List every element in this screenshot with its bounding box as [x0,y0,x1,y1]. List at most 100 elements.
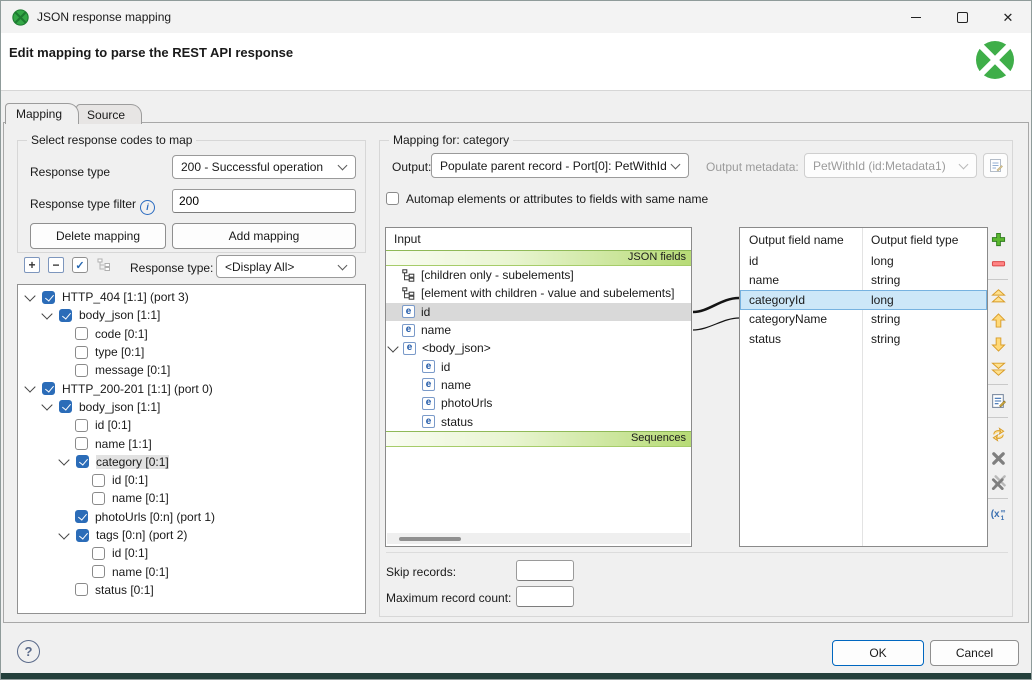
tree-item-code-0-1[interactable]: code [0:1] [18,325,365,343]
output-field-row-id[interactable]: idlong [740,251,987,271]
checked-checkbox[interactable] [76,455,89,468]
automap-checkbox[interactable] [386,192,399,205]
collapse-all-icon[interactable]: − [48,257,64,273]
maximize-button[interactable] [939,1,985,33]
input-item-name[interactable]: ename [386,376,691,394]
unchecked-checkbox[interactable] [92,565,105,578]
response-type-filter-input[interactable] [172,189,356,213]
input-item-photourls[interactable]: ephotoUrls [386,394,691,412]
tree-item-photourls-0-n-port-1[interactable]: photoUrls [0:n] (port 1) [18,508,365,526]
add-field-icon[interactable] [989,230,1007,248]
input-item-label: name [421,323,451,337]
output-field-row-categoryid[interactable]: categoryIdlong [740,290,987,310]
edit-metadata-button [983,153,1008,178]
chevron-down-icon[interactable] [24,290,35,301]
tree-item-type-0-1[interactable]: type [0:1] [18,343,365,361]
move-bottom-icon[interactable] [989,359,1007,377]
clear-all-mappings-icon[interactable] [989,473,1007,491]
tree-item-http-404-1-1-port-3[interactable]: HTTP_404 [1:1] (port 3) [18,288,365,306]
unchecked-checkbox[interactable] [92,474,105,487]
element-icon: e [422,378,435,391]
move-top-icon[interactable] [989,287,1007,305]
cancel-button[interactable]: Cancel [930,640,1019,666]
chevron-down-icon[interactable] [41,308,52,319]
max-record-count-input[interactable] [516,586,574,607]
input-item-name[interactable]: ename [386,321,691,339]
unchecked-checkbox[interactable] [75,419,88,432]
input-item-body-json[interactable]: e<body_json> [386,339,691,357]
checked-checkbox[interactable] [76,529,89,542]
output-field-row-status[interactable]: statusstring [740,329,987,349]
output-field-name: categoryName [740,312,862,326]
info-icon[interactable]: i [140,200,155,215]
response-type-select[interactable]: 200 - Successful operation [172,155,356,179]
tree-item-id-0-1[interactable]: id [0:1] [18,544,365,562]
unchecked-checkbox[interactable] [92,492,105,505]
tree-item-body-json-1-1[interactable]: body_json [1:1] [18,306,365,324]
move-down-icon[interactable] [989,335,1007,353]
dialog-json-response-mapping: JSON response mapping ✕ Edit mapping to … [0,0,1032,680]
input-item-status[interactable]: estatus [386,412,691,430]
tree-structure-icon[interactable] [96,257,112,273]
tree-item-label: name [1:1] [95,437,152,451]
check-elements-icon[interactable]: ✓ [72,257,88,273]
input-item-children-only-subelements[interactable]: [children only - subelements] [386,266,691,284]
mapping-group-legend: Mapping for: category [389,133,513,147]
skip-records-input[interactable] [516,560,574,581]
unchecked-checkbox[interactable] [92,547,105,560]
ok-button[interactable]: OK [832,640,924,666]
tree-item-name-0-1[interactable]: name [0:1] [18,489,365,507]
remove-field-icon[interactable] [989,254,1007,272]
clear-mapping-icon[interactable] [989,449,1007,467]
chevron-down-icon[interactable] [387,341,398,352]
scrollbar-thumb[interactable] [399,537,461,541]
unchecked-checkbox[interactable] [75,583,88,596]
tab-source[interactable]: Source [76,104,142,124]
checked-checkbox[interactable] [42,382,55,395]
output-field-type: long [862,254,894,268]
output-field-row-name[interactable]: namestring [740,271,987,291]
move-up-icon[interactable] [989,311,1007,329]
tree-item-id-0-1[interactable]: id [0:1] [18,416,365,434]
add-mapping-button[interactable]: Add mapping [172,223,356,249]
input-item-id[interactable]: eid [386,303,691,321]
unchecked-checkbox[interactable] [75,346,88,359]
json-fields-section-header: JSON fields [386,250,691,266]
delete-mapping-button[interactable]: Delete mapping [30,223,166,249]
tree-item-message-0-1[interactable]: message [0:1] [18,361,365,379]
tree-item-tags-0-n-port-2[interactable]: tags [0:n] (port 2) [18,526,365,544]
tree-item-status-0-1[interactable]: status [0:1] [18,581,365,599]
expand-all-icon[interactable]: + [24,257,40,273]
help-button[interactable]: ? [17,640,40,663]
tree-item-name-0-1[interactable]: name [0:1] [18,562,365,580]
unchecked-checkbox[interactable] [75,437,88,450]
edit-metadata-icon[interactable] [989,392,1007,410]
chevron-down-icon[interactable] [58,528,69,539]
horizontal-scrollbar[interactable] [387,533,690,544]
tree-item-http-200-201-1-1-port-0[interactable]: HTTP_200-201 [1:1] (port 0) [18,379,365,397]
display-filter-select[interactable]: <Display All> [216,255,356,278]
tree-item-id-0-1[interactable]: id [0:1] [18,471,365,489]
occurrences-icon[interactable]: (x∞1 [989,506,1007,524]
chevron-down-icon[interactable] [58,455,69,466]
unchecked-checkbox[interactable] [75,364,88,377]
minimize-button[interactable] [893,1,939,33]
unchecked-checkbox[interactable] [75,327,88,340]
checked-checkbox[interactable] [59,400,72,413]
tab-mapping[interactable]: Mapping [5,103,79,124]
input-item-label: [children only - subelements] [421,268,574,282]
checked-checkbox[interactable] [75,510,88,523]
chevron-down-icon[interactable] [24,381,35,392]
tree-item-body-json-1-1[interactable]: body_json [1:1] [18,398,365,416]
chevron-down-icon[interactable] [41,400,52,411]
auto-map-icon[interactable] [989,425,1007,443]
checked-checkbox[interactable] [59,309,72,322]
input-item-element-with-children-value-and-subelements[interactable]: [element with children - value and subel… [386,284,691,302]
input-item-id[interactable]: eid [386,357,691,375]
tree-item-name-1-1[interactable]: name [1:1] [18,434,365,452]
checked-checkbox[interactable] [42,291,55,304]
output-select[interactable]: Populate parent record - Port[0]: PetWit… [431,153,689,178]
close-button[interactable]: ✕ [985,1,1031,33]
tree-item-category-0-1[interactable]: category [0:1] [18,453,365,471]
output-field-row-categoryname[interactable]: categoryNamestring [740,310,987,330]
